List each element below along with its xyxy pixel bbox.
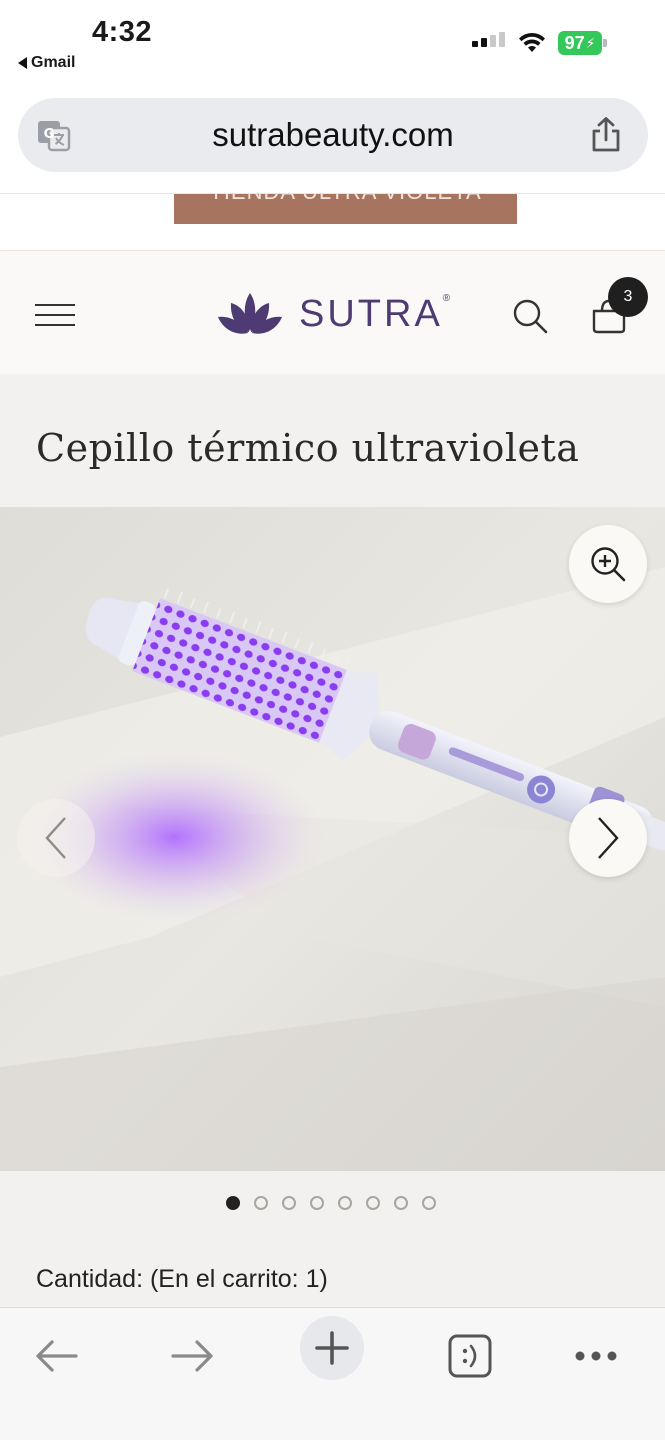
logo-registered-mark: ®: [442, 292, 454, 304]
zoom-in-icon: [591, 547, 626, 582]
shop-ultra-violet-button[interactable]: TIENDA ULTRA VIOLETA: [174, 194, 517, 224]
battery-indicator: 97 ⚡: [558, 31, 602, 55]
browser-toolbar: [0, 1307, 665, 1440]
back-to-app-link[interactable]: Gmail: [18, 54, 75, 72]
zoom-in-button[interactable]: [569, 525, 647, 603]
cart-count-badge[interactable]: 3: [608, 277, 648, 317]
previous-image-button[interactable]: [17, 799, 95, 877]
gallery-dot-1[interactable]: [226, 1196, 240, 1210]
arrow-right-icon: [171, 1340, 213, 1372]
forward-button[interactable]: [163, 1326, 223, 1386]
product-title: Cepillo térmico ultravioleta: [36, 426, 580, 470]
share-icon[interactable]: [588, 116, 624, 154]
gallery-dot-6[interactable]: [366, 1196, 380, 1210]
chevron-right-icon: [598, 817, 619, 859]
shop-ultra-violet-label: TIENDA ULTRA VIOLETA: [174, 194, 517, 205]
chevron-left-icon: [45, 817, 66, 859]
search-icon[interactable]: [512, 298, 548, 334]
battery-nub: [603, 39, 607, 47]
cellular-signal-icon: [472, 32, 505, 47]
product-image[interactable]: [0, 507, 665, 1171]
new-tab-button[interactable]: [300, 1316, 364, 1380]
charging-bolt-icon: ⚡: [585, 34, 596, 51]
gallery-dot-8[interactable]: [422, 1196, 436, 1210]
address-bar[interactable]: G sutrabeauty.com: [18, 98, 648, 172]
back-triangle-icon: [18, 57, 27, 69]
url-text[interactable]: sutrabeauty.com: [18, 98, 648, 172]
hamburger-icon[interactable]: [35, 304, 75, 326]
wifi-icon: [519, 32, 545, 52]
arrow-left-icon: [36, 1340, 78, 1372]
sutra-logo[interactable]: SUTRA®: [217, 291, 453, 337]
next-image-button[interactable]: [569, 799, 647, 877]
ellipsis-icon: [575, 1351, 617, 1361]
logo-text: SUTRA®: [299, 293, 453, 336]
quantity-label: Cantidad: (En el carrito: 1): [36, 1265, 328, 1293]
product-title-section: Cepillo térmico ultravioleta: [0, 374, 665, 507]
gallery-pagination-section: Cantidad: (En el carrito: 1): [0, 1171, 665, 1307]
battery-level: 97: [564, 32, 585, 53]
logo-wordmark: SUTRA: [299, 292, 443, 335]
product-photo: [0, 507, 665, 1171]
gallery-dot-5[interactable]: [338, 1196, 352, 1210]
gallery-dot-4[interactable]: [310, 1196, 324, 1210]
plus-icon: [315, 1331, 349, 1365]
gallery-dot-7[interactable]: [394, 1196, 408, 1210]
status-bar: 4:32 Gmail 97 ⚡: [0, 0, 665, 82]
more-options-button[interactable]: [566, 1326, 626, 1386]
gallery-dots: [226, 1196, 436, 1210]
gallery-dot-3[interactable]: [282, 1196, 296, 1210]
tabs-button[interactable]: [440, 1326, 500, 1386]
tab-switcher-icon: [448, 1334, 492, 1378]
back-button[interactable]: [26, 1326, 86, 1386]
site-header: SUTRA® 3: [0, 250, 665, 374]
back-app-label: Gmail: [31, 54, 76, 71]
lotus-icon: [218, 293, 282, 334]
gallery-dot-2[interactable]: [254, 1196, 268, 1210]
status-time: 4:32: [92, 16, 153, 48]
